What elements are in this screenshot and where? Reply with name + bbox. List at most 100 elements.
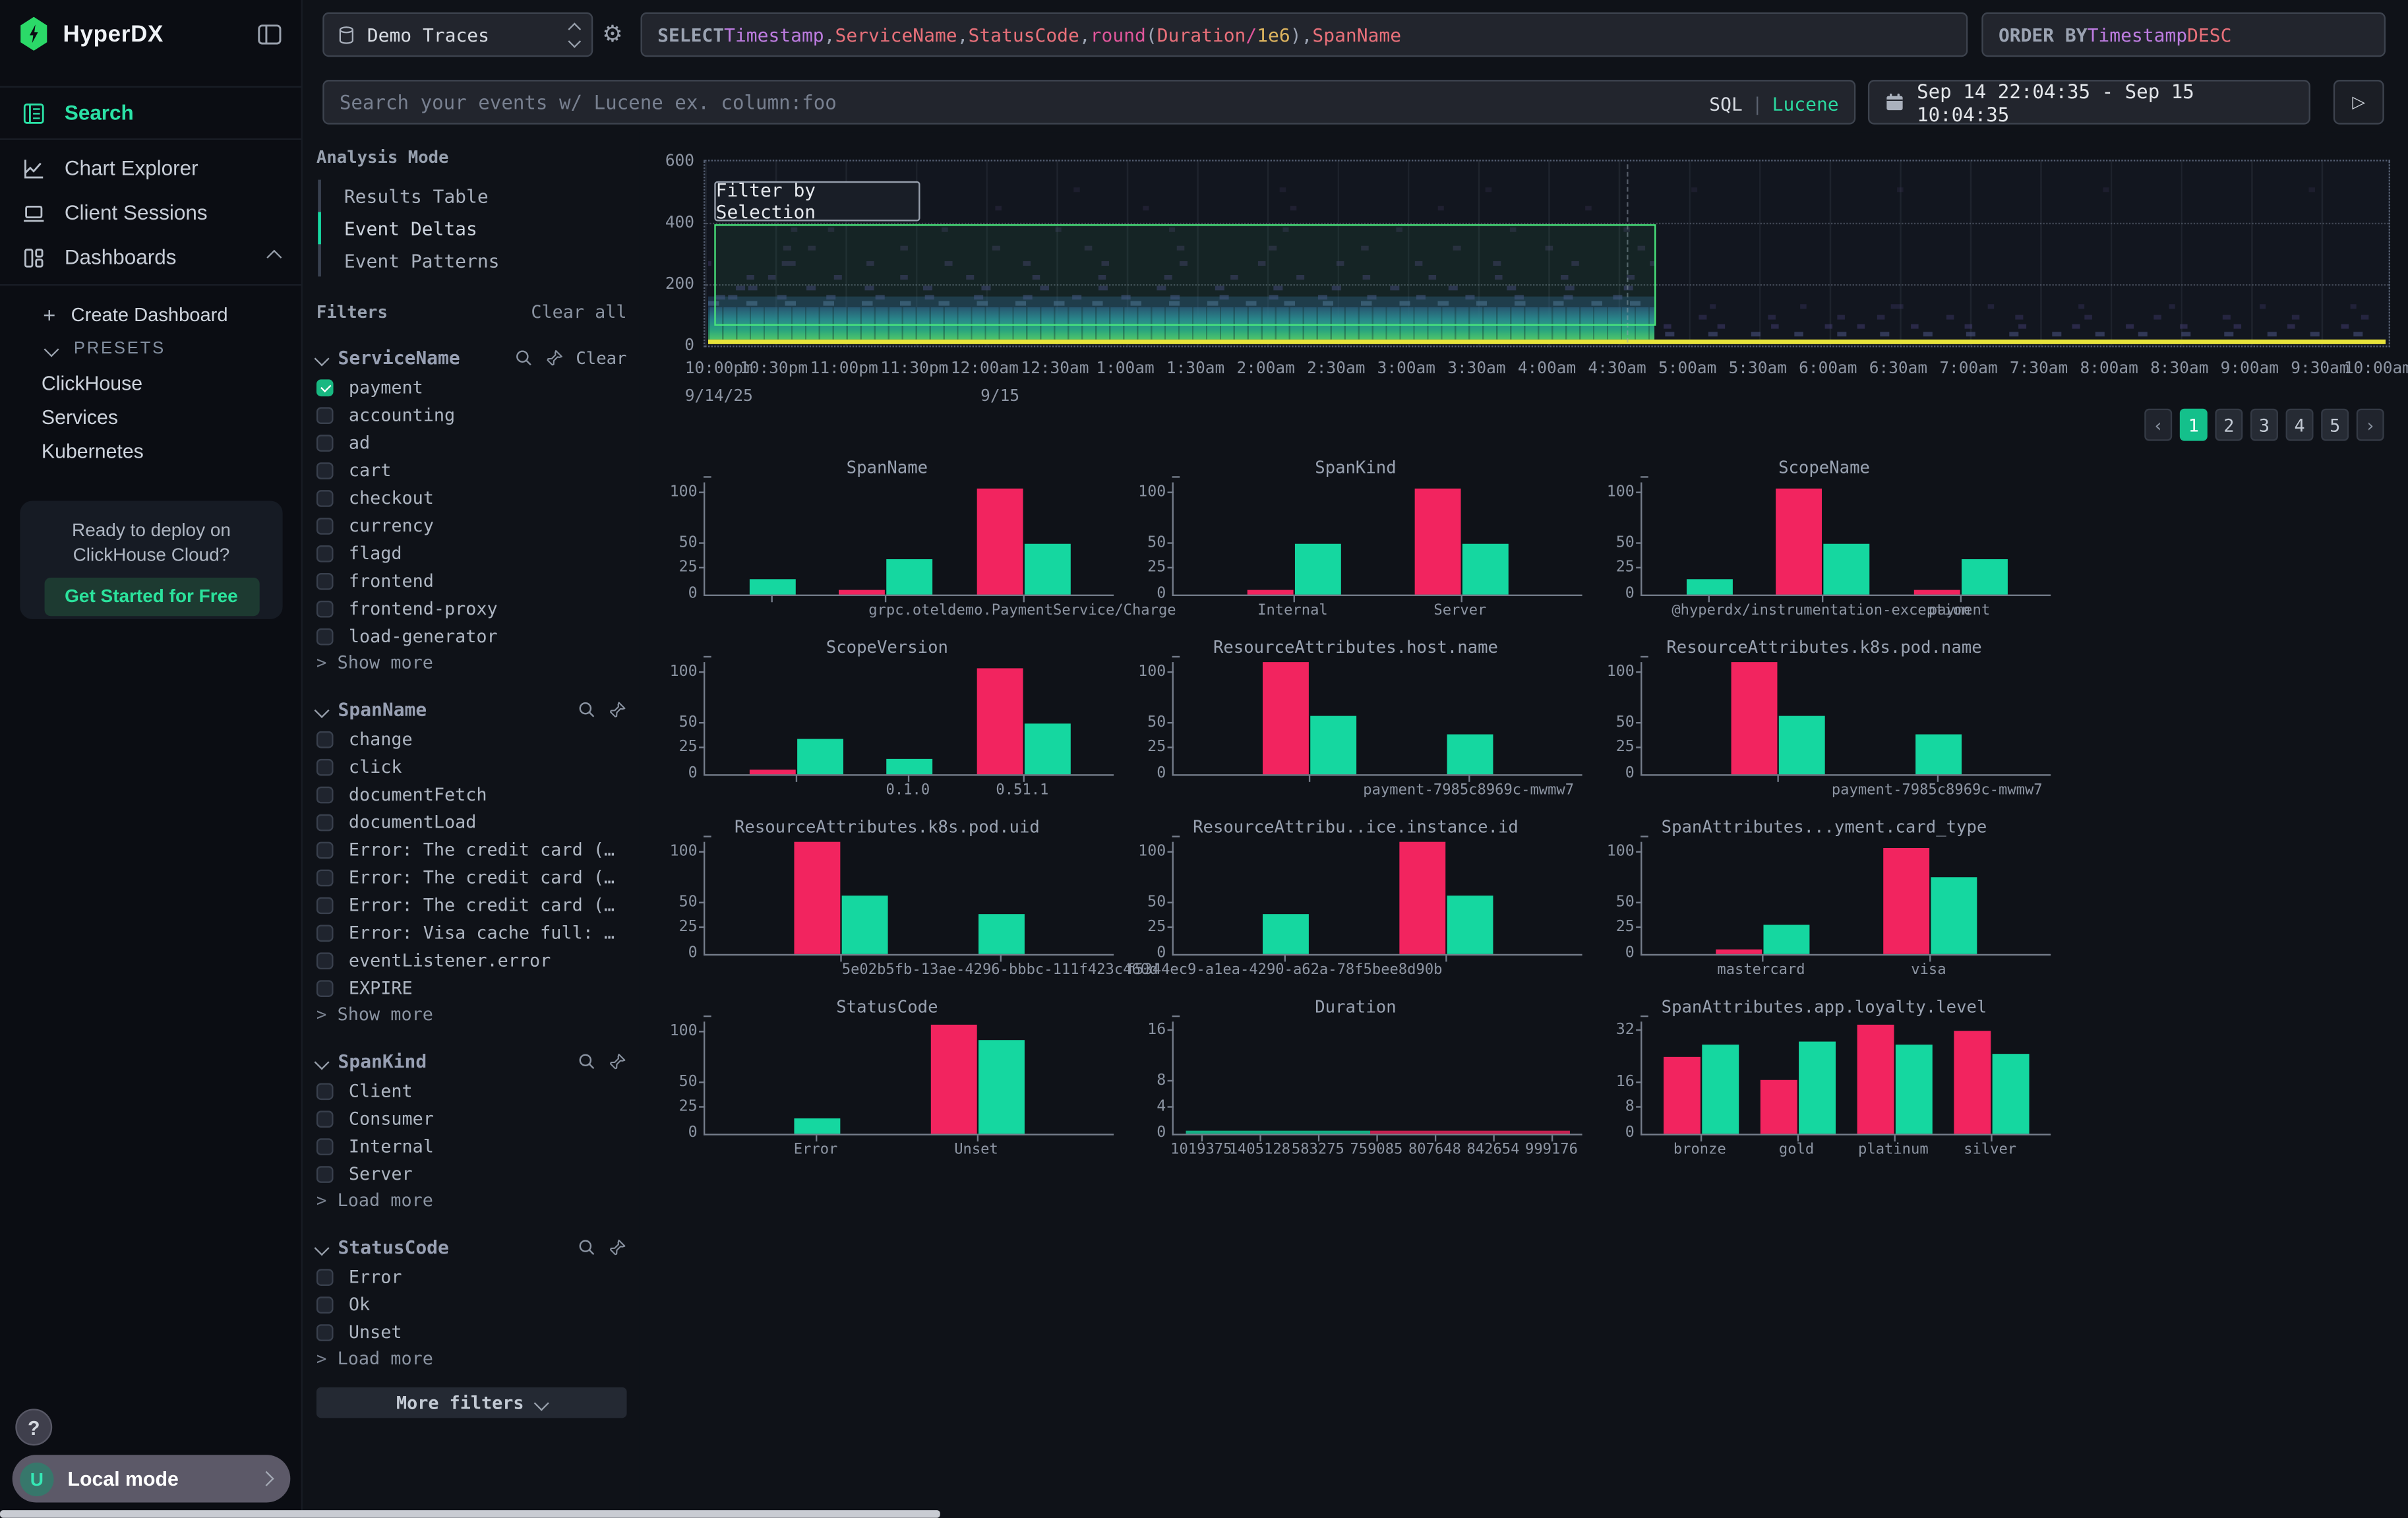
filter-checkbox-error[interactable]: Error bbox=[316, 1263, 627, 1290]
more-filters-button[interactable]: More filters bbox=[316, 1387, 627, 1418]
sidebar-item-client-sessions[interactable]: Client Sessions bbox=[0, 191, 301, 235]
filter-checkbox-error-visa-cache-full[interactable]: Error: Visa cache full: … bbox=[316, 919, 627, 946]
filter-checkbox-error-the-credit-card[interactable]: Error: The credit card (… bbox=[316, 863, 627, 891]
search-icon[interactable] bbox=[578, 1052, 596, 1071]
checkbox[interactable] bbox=[316, 952, 334, 969]
sidebar-preset-kubernetes[interactable]: Kubernetes bbox=[0, 433, 301, 467]
checkbox[interactable] bbox=[316, 814, 334, 831]
gear-icon[interactable]: ⚙ bbox=[602, 20, 622, 47]
filter-checkbox-cart[interactable]: cart bbox=[316, 456, 627, 484]
pagination-page-1[interactable]: 1 bbox=[2180, 409, 2208, 441]
filter-checkbox-eventlistener-error[interactable]: eventListener.error bbox=[316, 946, 627, 974]
filter-checkbox-ad[interactable]: ad bbox=[316, 429, 627, 456]
sidebar-item-dashboards[interactable]: Dashboards bbox=[0, 235, 301, 280]
checkbox[interactable] bbox=[316, 731, 334, 748]
filter-section-show-more[interactable]: >Show more bbox=[316, 1002, 627, 1026]
get-started-button[interactable]: Get Started for Free bbox=[44, 578, 258, 616]
checkbox[interactable] bbox=[316, 758, 334, 775]
checkbox[interactable] bbox=[316, 600, 334, 617]
filter-checkbox-payment[interactable]: payment bbox=[316, 373, 627, 401]
filter-by-selection-button[interactable]: Filter by Selection bbox=[714, 181, 920, 222]
heatmap-selection-rect[interactable] bbox=[714, 224, 1656, 326]
checkbox[interactable] bbox=[316, 896, 334, 913]
source-select[interactable]: Demo Traces bbox=[322, 13, 593, 57]
filter-checkbox-error-the-credit-card[interactable]: Error: The credit card (… bbox=[316, 891, 627, 919]
filter-checkbox-accounting[interactable]: accounting bbox=[316, 401, 627, 429]
run-query-button[interactable]: ▷ bbox=[2333, 80, 2384, 125]
clear-all-filters-button[interactable]: Clear all bbox=[531, 301, 626, 323]
filter-section-header-spankind[interactable]: SpanKind bbox=[316, 1047, 627, 1078]
pin-icon[interactable] bbox=[609, 700, 627, 719]
mode-sql[interactable]: SQL bbox=[1709, 93, 1743, 115]
mode-lucene[interactable]: Lucene bbox=[1772, 93, 1839, 115]
filter-checkbox-documentload[interactable]: documentLoad bbox=[316, 808, 627, 835]
filter-checkbox-load-generator[interactable]: load-generator bbox=[316, 622, 627, 650]
pagination-page-4[interactable]: 4 bbox=[2286, 409, 2314, 441]
pagination-prev[interactable]: ‹ bbox=[2144, 409, 2172, 441]
presets-toggle[interactable]: PRESETS bbox=[0, 332, 301, 365]
checkbox[interactable] bbox=[316, 517, 334, 534]
checkbox[interactable] bbox=[316, 628, 334, 645]
checkbox[interactable] bbox=[316, 406, 334, 423]
filter-checkbox-ok[interactable]: Ok bbox=[316, 1290, 627, 1318]
analysis-option-event-deltas[interactable]: Event Deltas bbox=[318, 212, 626, 244]
checkbox[interactable] bbox=[316, 1165, 334, 1182]
checkbox[interactable] bbox=[316, 868, 334, 886]
filter-checkbox-expire[interactable]: EXPIRE bbox=[316, 974, 627, 1002]
filter-checkbox-server[interactable]: Server bbox=[316, 1160, 627, 1188]
help-button[interactable]: ? bbox=[15, 1409, 52, 1445]
filter-checkbox-unset[interactable]: Unset bbox=[316, 1318, 627, 1346]
filter-checkbox-flagd[interactable]: flagd bbox=[316, 539, 627, 567]
filter-checkbox-checkout[interactable]: checkout bbox=[316, 484, 627, 512]
filter-checkbox-change[interactable]: change bbox=[316, 725, 627, 753]
checkbox[interactable] bbox=[316, 1323, 334, 1341]
checkbox[interactable] bbox=[316, 545, 334, 562]
filter-checkbox-error-the-credit-card[interactable]: Error: The credit card (… bbox=[316, 835, 627, 863]
checkbox[interactable] bbox=[316, 1268, 334, 1285]
pagination-page-5[interactable]: 5 bbox=[2321, 409, 2349, 441]
search-icon[interactable] bbox=[578, 700, 596, 719]
checkbox[interactable] bbox=[316, 786, 334, 803]
events-duration-heatmap[interactable] bbox=[704, 160, 2390, 347]
filter-section-load-more[interactable]: >Load more bbox=[316, 1346, 627, 1370]
filter-checkbox-consumer[interactable]: Consumer bbox=[316, 1105, 627, 1132]
pin-icon[interactable] bbox=[545, 349, 564, 367]
filter-section-show-more[interactable]: >Show more bbox=[316, 650, 627, 674]
checkbox[interactable] bbox=[316, 1138, 334, 1155]
search-icon[interactable] bbox=[578, 1238, 596, 1257]
pin-icon[interactable] bbox=[609, 1052, 627, 1071]
filter-checkbox-frontend-proxy[interactable]: frontend-proxy bbox=[316, 595, 627, 622]
analysis-option-event-patterns[interactable]: Event Patterns bbox=[318, 244, 626, 276]
filter-checkbox-client[interactable]: Client bbox=[316, 1077, 627, 1105]
checkbox[interactable] bbox=[316, 1296, 334, 1313]
filter-section-header-servicename[interactable]: ServiceNameClear bbox=[316, 343, 627, 374]
date-range-picker[interactable]: Sep 14 22:04:35 - Sep 15 10:04:35 bbox=[1868, 80, 2310, 125]
pagination-page-3[interactable]: 3 bbox=[2250, 409, 2278, 441]
pagination-next[interactable]: › bbox=[2357, 409, 2384, 441]
pagination-page-2[interactable]: 2 bbox=[2215, 409, 2242, 441]
create-dashboard-button[interactable]: + Create Dashboard bbox=[0, 298, 301, 332]
filter-section-header-statuscode[interactable]: StatusCode bbox=[316, 1232, 627, 1263]
order-by-editor[interactable]: ORDER BY Timestamp DESC bbox=[1981, 13, 2386, 57]
sidebar-preset-clickhouse[interactable]: ClickHouse bbox=[0, 365, 301, 399]
search-input[interactable] bbox=[324, 81, 1854, 123]
checkbox[interactable] bbox=[316, 1082, 334, 1099]
checkbox[interactable] bbox=[316, 924, 334, 941]
checkbox[interactable] bbox=[316, 462, 334, 479]
account-menu[interactable]: U Local mode bbox=[13, 1455, 291, 1502]
analysis-option-results-table[interactable]: Results Table bbox=[318, 180, 626, 212]
checkbox-checked[interactable] bbox=[316, 379, 334, 396]
sql-select-editor[interactable]: SELECT Timestamp, ServiceName, StatusCod… bbox=[640, 13, 1968, 57]
filter-checkbox-click[interactable]: click bbox=[316, 753, 627, 781]
clear-section-button[interactable]: Clear bbox=[576, 348, 626, 368]
sidebar-item-search[interactable]: Search bbox=[0, 86, 301, 140]
filter-checkbox-internal[interactable]: Internal bbox=[316, 1132, 627, 1160]
filter-section-load-more[interactable]: >Load more bbox=[316, 1188, 627, 1212]
sidebar-preset-services[interactable]: Services bbox=[0, 400, 301, 433]
filter-checkbox-currency[interactable]: currency bbox=[316, 512, 627, 539]
filter-checkbox-frontend[interactable]: frontend bbox=[316, 567, 627, 595]
sidebar-item-chart-explorer[interactable]: Chart Explorer bbox=[0, 146, 301, 191]
checkbox[interactable] bbox=[316, 979, 334, 996]
checkbox[interactable] bbox=[316, 489, 334, 506]
checkbox[interactable] bbox=[316, 1110, 334, 1127]
